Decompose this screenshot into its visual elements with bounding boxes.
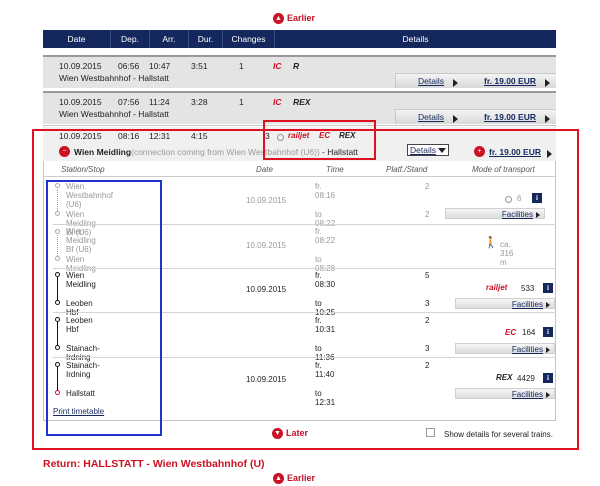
triangle-right-icon <box>545 77 550 87</box>
col-dep: Dep. <box>111 30 150 48</box>
triangle-right-icon <box>545 113 550 123</box>
arrow-up-icon: ▲ <box>273 13 284 25</box>
price-link[interactable]: fr. 19.00 EUR <box>484 112 536 122</box>
earlier-link[interactable]: ▲ Earlier <box>273 13 315 25</box>
earlier-link-return[interactable]: ▲ Earlier <box>273 473 315 485</box>
arrow-up-icon: ▲ <box>273 473 284 485</box>
col-arr: Arr. <box>150 30 189 48</box>
highlight-box-products <box>263 120 376 160</box>
triangle-right-icon <box>453 77 458 87</box>
triangle-right-icon <box>453 113 458 123</box>
product-r-icon: R <box>293 61 300 71</box>
highlight-box-stations <box>46 180 162 436</box>
product-rex-icon: REX <box>293 97 311 107</box>
return-title: Return: HALLSTATT - Wien Westbahnhof (U) <box>43 458 265 470</box>
details-link[interactable]: Details <box>418 76 444 86</box>
col-details: Details <box>402 34 429 44</box>
price-link[interactable]: fr. 19.00 EUR <box>484 76 536 86</box>
details-link[interactable]: Details <box>418 112 444 122</box>
col-date: Date <box>43 30 111 48</box>
col-dur: Dur. <box>189 30 223 48</box>
col-changes: Changes <box>223 30 275 48</box>
product-ic-icon: IC <box>273 97 282 107</box>
results-header: Date Dep. Arr. Dur. Changes Details <box>43 30 556 48</box>
connection-row[interactable]: 10.09.2015 06:56 10:47 3:51 1 IC R Wien … <box>43 55 556 88</box>
product-ic-icon: IC <box>273 61 282 71</box>
